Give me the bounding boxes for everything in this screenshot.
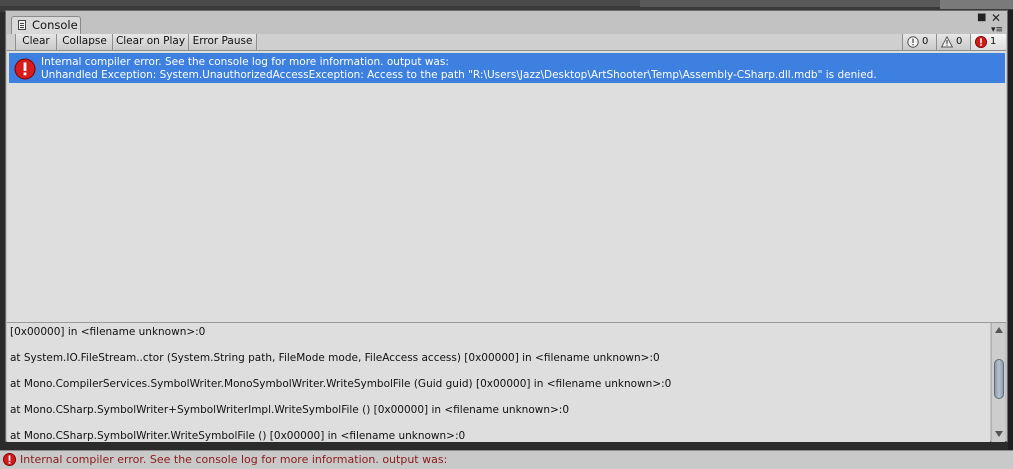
error-icon [975, 36, 987, 48]
collapse-toggle[interactable]: Collapse [57, 34, 113, 50]
error-icon [3, 453, 16, 466]
log-list[interactable]: Internal compiler error. See the console… [7, 51, 1006, 323]
console-tab-label: Console [32, 18, 78, 32]
stack-trace-line: at Mono.CompilerServices.SymbolWriter.Mo… [10, 378, 672, 390]
clear-on-play-toggle[interactable]: Clear on Play [113, 34, 189, 50]
status-bar[interactable]: Internal compiler error. See the console… [0, 450, 1013, 469]
error-count: 1 [990, 36, 997, 47]
info-count: 0 [922, 36, 929, 47]
console-icon [18, 20, 26, 30]
log-entry-selected[interactable]: Internal compiler error. See the console… [9, 53, 1005, 83]
stack-trace-panel[interactable]: [0x00000] in <filename unknown>:0 at Sys… [7, 323, 990, 442]
status-message: Internal compiler error. See the console… [20, 453, 448, 466]
stack-trace-line: at Mono.CSharp.SymbolWriter+SymbolWriter… [10, 404, 569, 416]
stack-trace-line: at Mono.CSharp.SymbolWriter.WriteSymbolF… [10, 430, 466, 442]
top-strip-segment [0, 0, 640, 6]
top-strip-segment [640, 0, 940, 7]
log-entry-exception: Unhandled Exception: System.Unauthorized… [41, 69, 877, 81]
top-strip-segment [940, 0, 1013, 9]
warning-filter-toggle[interactable]: 0 [936, 34, 970, 50]
warning-count: 0 [956, 36, 963, 47]
scroll-down-icon[interactable] [995, 431, 1003, 437]
scroll-up-icon[interactable] [995, 327, 1003, 333]
error-icon [14, 58, 36, 80]
console-toolbar: Clear Collapse Clear on Play Error Pause… [7, 34, 1006, 51]
stack-trace-line: at System.IO.FileStream..ctor (System.St… [10, 352, 660, 364]
warning-icon [941, 36, 953, 48]
editor-edge [1008, 10, 1013, 450]
console-window: Console ■ ✕ ▾≡ Clear Collapse Clear on P… [5, 10, 1008, 442]
scroll-thumb[interactable] [994, 359, 1004, 399]
maximize-icon[interactable]: ■ [977, 13, 986, 23]
info-filter-toggle[interactable]: 0 [902, 34, 936, 50]
stack-trace-scrollbar[interactable] [991, 323, 1005, 442]
close-icon[interactable]: ✕ [991, 12, 1001, 24]
console-tab[interactable]: Console [11, 16, 81, 34]
clear-button[interactable]: Clear [15, 34, 57, 50]
stack-trace-line: [0x00000] in <filename unknown>:0 [10, 326, 206, 338]
log-entry-message: Internal compiler error. See the console… [41, 56, 449, 68]
error-pause-toggle[interactable]: Error Pause [189, 34, 257, 50]
info-icon [907, 36, 919, 48]
error-filter-toggle[interactable]: 1 [970, 34, 1006, 50]
